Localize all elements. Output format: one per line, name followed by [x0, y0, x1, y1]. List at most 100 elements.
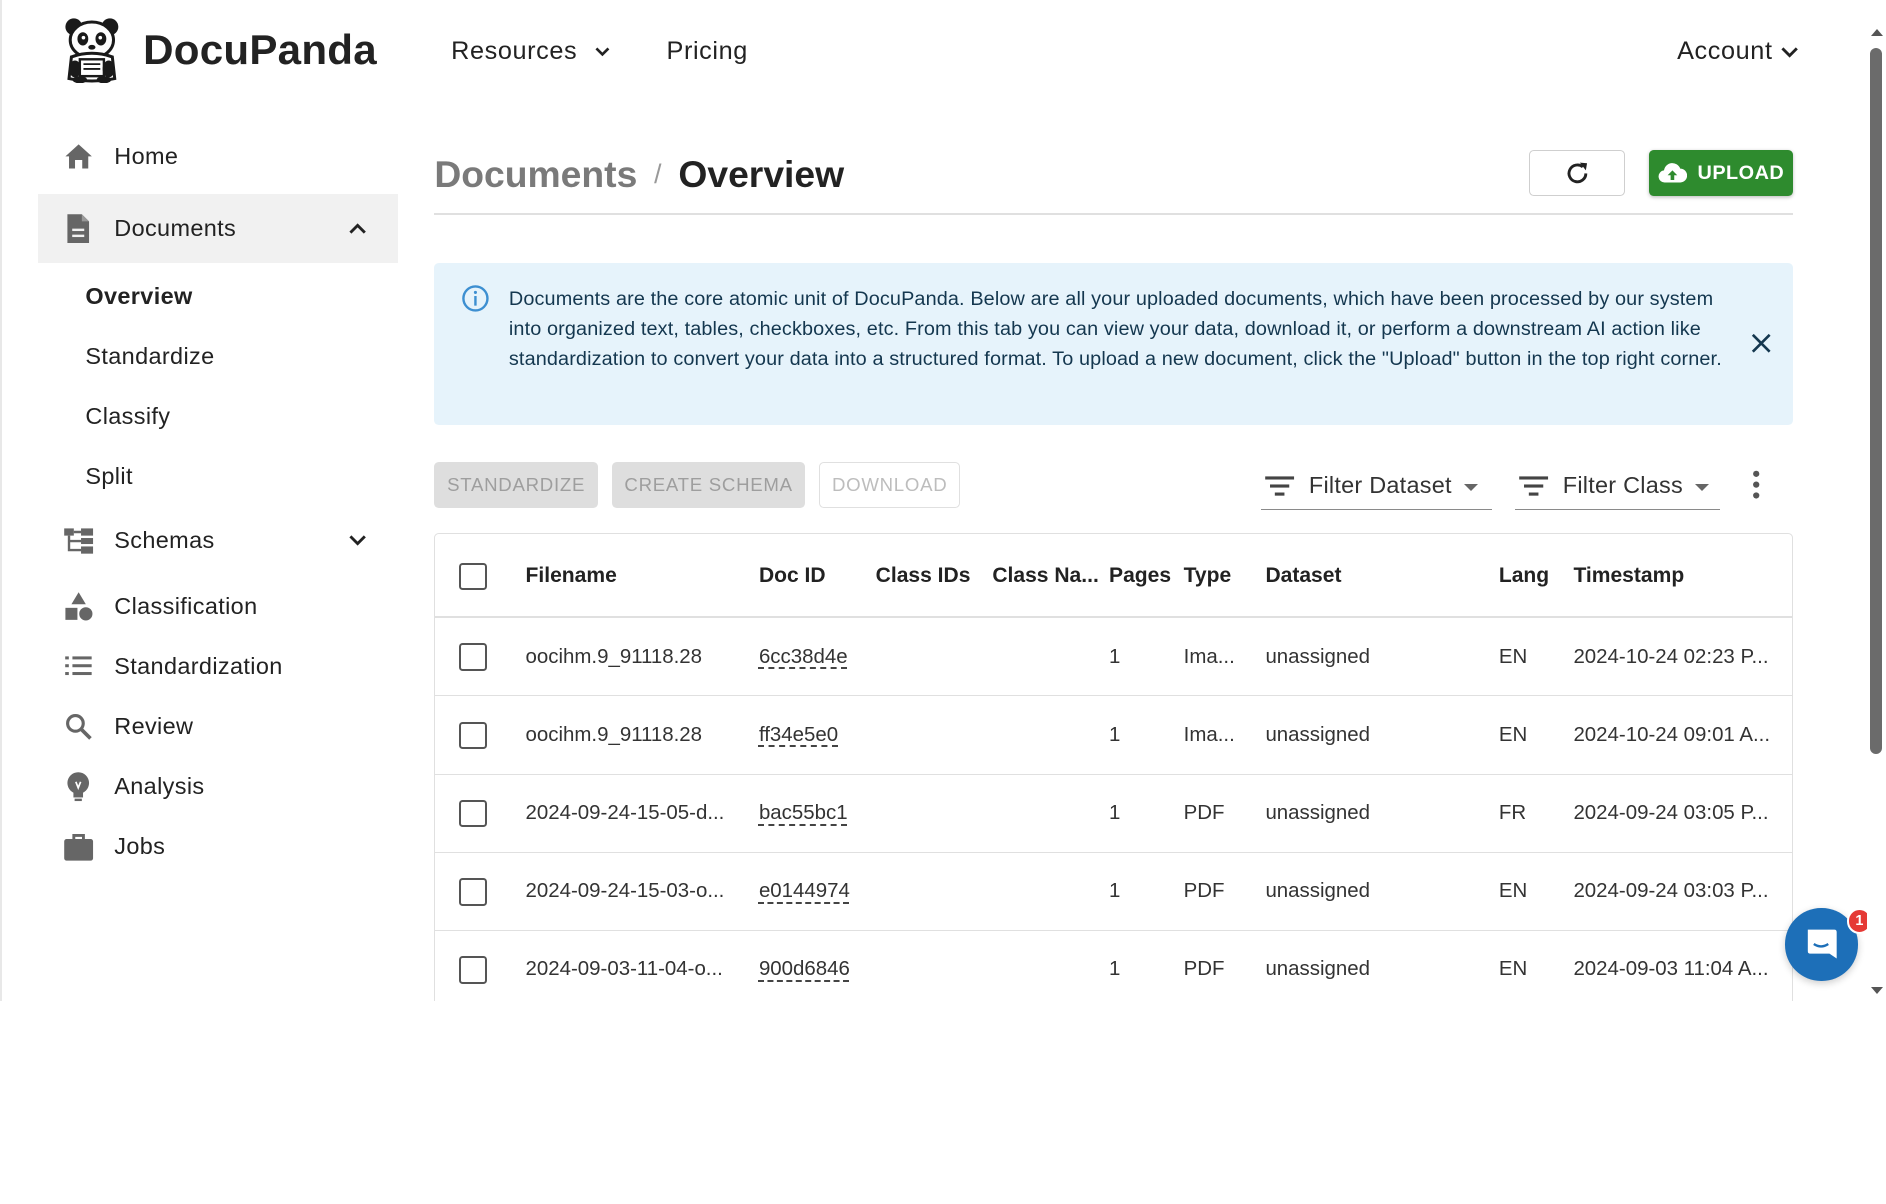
cell-timestamp: 2024-10-24 09:01 A...: [1573, 722, 1771, 746]
column-header-timestamp[interactable]: Timestamp: [1573, 564, 1684, 588]
cell-pages: 1: [1109, 722, 1121, 746]
cell-doc-id[interactable]: 900d6846: [759, 957, 850, 981]
header-divider: [434, 212, 1793, 216]
resources-menu[interactable]: Resources: [451, 37, 611, 66]
sidebar-item-documents[interactable]: Documents: [38, 193, 399, 264]
table-row[interactable]: oocihm.9_91118.28 6cc38d4e 1 Ima... unas…: [435, 618, 1792, 697]
account-menu[interactable]: Account: [1677, 37, 1799, 66]
search-icon: [63, 711, 94, 742]
sidebar-item-jobs[interactable]: Jobs: [38, 812, 398, 882]
close-icon[interactable]: [1748, 330, 1774, 356]
cell-timestamp: 2024-09-24 03:03 P...: [1573, 879, 1769, 903]
download-button[interactable]: DOWNLOAD: [819, 461, 961, 508]
filter-dataset-label: Filter Dataset: [1308, 472, 1452, 499]
scroll-down-icon[interactable]: [1870, 986, 1883, 994]
row-checkbox[interactable]: [459, 643, 488, 672]
alert-message: Documents are the core atomic unit of Do…: [508, 287, 1722, 371]
sidebar-item-label: Home: [114, 142, 179, 169]
cell-filename: 2024-09-03-11-04-o...: [525, 957, 723, 981]
cell-pages: 1: [1109, 644, 1121, 668]
sidebar-item-label: Schemas: [114, 526, 215, 553]
scrollbar-thumb[interactable]: [1869, 48, 1882, 755]
dropdown-arrow-icon: [1463, 483, 1478, 491]
sidebar-item-home[interactable]: Home: [38, 121, 398, 191]
sidebar-sub-classify[interactable]: Classify: [85, 403, 170, 430]
cell-doc-id[interactable]: ff34e5e0: [759, 723, 838, 747]
table-row[interactable]: 2024-09-24-15-05-d... bac55bc1 1 PDF una…: [435, 775, 1792, 853]
table-row[interactable]: 2024-09-24-15-03-o... e0144974 1 PDF una…: [435, 853, 1792, 931]
scroll-up-icon[interactable]: [1870, 29, 1883, 36]
briefcase-icon: [63, 831, 94, 862]
sidebar-item-label: Analysis: [114, 773, 205, 800]
sidebar-item-label: Classification: [114, 592, 258, 619]
filter-icon: [1518, 474, 1549, 498]
refresh-button[interactable]: [1529, 150, 1626, 197]
column-header-filename[interactable]: Filename: [526, 564, 617, 588]
row-checkbox[interactable]: [459, 799, 488, 828]
cell-lang: EN: [1498, 722, 1528, 746]
cell-lang: EN: [1498, 957, 1528, 981]
chat-bubble-icon: [1803, 926, 1839, 962]
app-root: DocuPanda Resources Pricing Account Home: [0, 0, 1886, 1001]
sidebar-item-label: Standardization: [114, 652, 283, 679]
sidebar-item-label: Jobs: [114, 833, 166, 860]
column-header-lang[interactable]: Lang: [1499, 564, 1549, 588]
chevron-up-icon[interactable]: [345, 217, 369, 241]
table-row[interactable]: 2024-09-03-11-04-o... 900d6846 1 PDF una…: [435, 931, 1791, 1001]
refresh-icon: [1563, 159, 1592, 188]
column-header-pages[interactable]: Pages: [1109, 564, 1171, 588]
cell-dataset: unassigned: [1265, 957, 1370, 981]
filter-class-label: Filter Class: [1562, 472, 1683, 499]
cell-type: PDF: [1183, 957, 1225, 981]
panda-logo-icon[interactable]: [63, 16, 121, 83]
sidebar-sub-overview[interactable]: Overview: [85, 283, 192, 310]
row-checkbox[interactable]: [459, 956, 488, 984]
cell-lang: FR: [1498, 801, 1527, 825]
cell-dataset: unassigned: [1265, 801, 1370, 825]
table-row[interactable]: oocihm.9_91118.28 ff34e5e0 1 Ima... unas…: [435, 696, 1792, 775]
upload-label: UPLOAD: [1697, 161, 1785, 184]
pricing-link[interactable]: Pricing: [667, 37, 748, 66]
column-header-class-ids[interactable]: Class IDs: [876, 564, 971, 588]
cell-pages: 1: [1109, 879, 1121, 903]
sidebar-item-label: Review: [114, 713, 194, 740]
cell-type: PDF: [1183, 801, 1225, 825]
select-all-checkbox[interactable]: [459, 562, 488, 591]
schema-tree-icon: [63, 525, 94, 556]
resources-label: Resources: [451, 37, 578, 66]
cell-doc-id[interactable]: bac55bc1: [759, 801, 848, 825]
chevron-down-icon[interactable]: [345, 528, 369, 552]
create-schema-button[interactable]: CREATE SCHEMA: [612, 461, 805, 508]
filter-class-select[interactable]: Filter Class: [1514, 462, 1721, 511]
column-header-doc-id[interactable]: Doc ID: [759, 564, 826, 588]
breadcrumb-parent[interactable]: Documents: [434, 153, 637, 196]
list-icon: [63, 651, 94, 682]
sidebar-sub-split[interactable]: Split: [85, 463, 132, 490]
row-checkbox[interactable]: [459, 878, 488, 906]
row-checkbox[interactable]: [459, 721, 488, 750]
page-title: Overview: [678, 152, 845, 195]
brand-name[interactable]: DocuPanda: [143, 26, 377, 74]
standardize-button[interactable]: STANDARDIZE: [434, 461, 598, 508]
filter-dataset-select[interactable]: Filter Dataset: [1260, 462, 1492, 511]
cell-doc-id[interactable]: e0144974: [759, 879, 850, 903]
cell-filename: 2024-09-24-15-03-o...: [525, 879, 725, 903]
upload-button[interactable]: UPLOAD: [1649, 150, 1793, 197]
column-header-dataset[interactable]: Dataset: [1265, 564, 1341, 588]
documents-table: Filename Doc ID Class IDs Class Na... Pa…: [434, 532, 1793, 1001]
column-header-class-name[interactable]: Class Na...: [992, 564, 1098, 588]
sidebar-sub-standardize[interactable]: Standardize: [85, 343, 214, 370]
cell-timestamp: 2024-09-03 11:04 A...: [1573, 957, 1769, 981]
more-vert-icon[interactable]: [1749, 469, 1763, 500]
shapes-icon: [63, 591, 94, 622]
breadcrumb-separator: /: [654, 158, 662, 189]
sidebar-item-schemas[interactable]: Schemas: [38, 505, 398, 575]
home-icon: [63, 141, 94, 172]
cell-doc-id[interactable]: 6cc38d4e: [759, 645, 848, 669]
cell-filename: oocihm.9_91118.28: [525, 644, 703, 668]
column-header-type[interactable]: Type: [1184, 564, 1232, 588]
cell-filename: 2024-09-24-15-05-d...: [525, 801, 725, 825]
cell-filename: oocihm.9_91118.28: [525, 722, 703, 746]
cell-type: Ima...: [1183, 722, 1235, 746]
chevron-down-icon: [594, 46, 611, 58]
